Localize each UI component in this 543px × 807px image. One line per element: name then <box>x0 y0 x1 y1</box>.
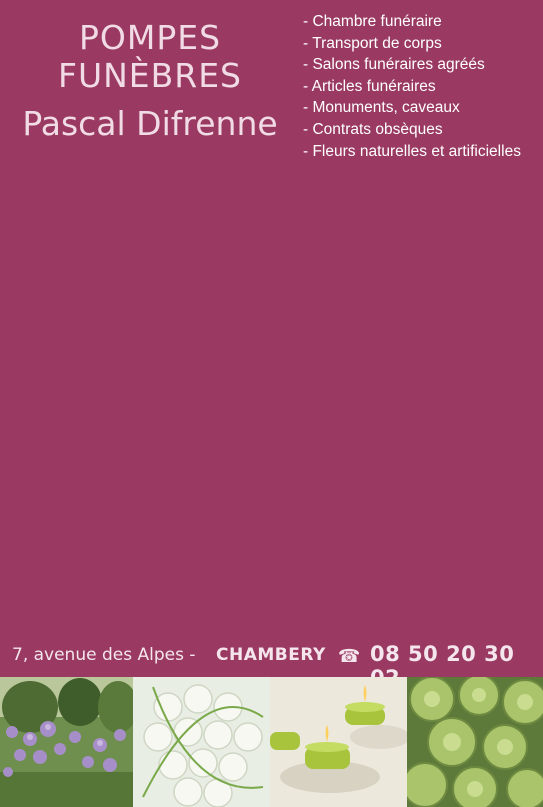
service-item: - Articles funéraires <box>303 77 436 95</box>
contact-footer: 7, avenue des Alpes - CHAMBERY ☎ 08 50 2… <box>0 641 543 690</box>
service-item: - Chambre funéraire <box>303 13 442 30</box>
business-owner-name: Pascal Difrenne <box>22 104 278 143</box>
city-name: CHAMBERY <box>216 645 326 665</box>
photo-strip <box>0 677 543 807</box>
telephone-icon: ☎ <box>338 646 361 667</box>
service-item: - Contrats obsèques <box>303 120 443 138</box>
service-item: - Transport de corps <box>303 34 442 52</box>
service-item: - Monuments, caveaux <box>303 99 460 117</box>
green-candles-photo <box>270 677 407 807</box>
service-item: - Fleurs naturelles et artificielles <box>303 142 521 160</box>
white-roses-bouquet-photo <box>133 677 270 807</box>
services-list: - Chambre funéraire - Transport de corps… <box>303 11 521 162</box>
title-line-pompes: POMPES <box>78 18 222 57</box>
business-title: POMPES FUNÈBRES Pascal Difrenne <box>0 18 300 144</box>
green-succulents-photo <box>407 677 543 807</box>
street-address: 7, avenue des Alpes - <box>12 645 196 665</box>
title-line-funebres: FUNÈBRES <box>57 56 243 95</box>
service-item: - Salons funéraires agréés <box>303 56 485 74</box>
allium-garden-photo <box>0 677 133 807</box>
